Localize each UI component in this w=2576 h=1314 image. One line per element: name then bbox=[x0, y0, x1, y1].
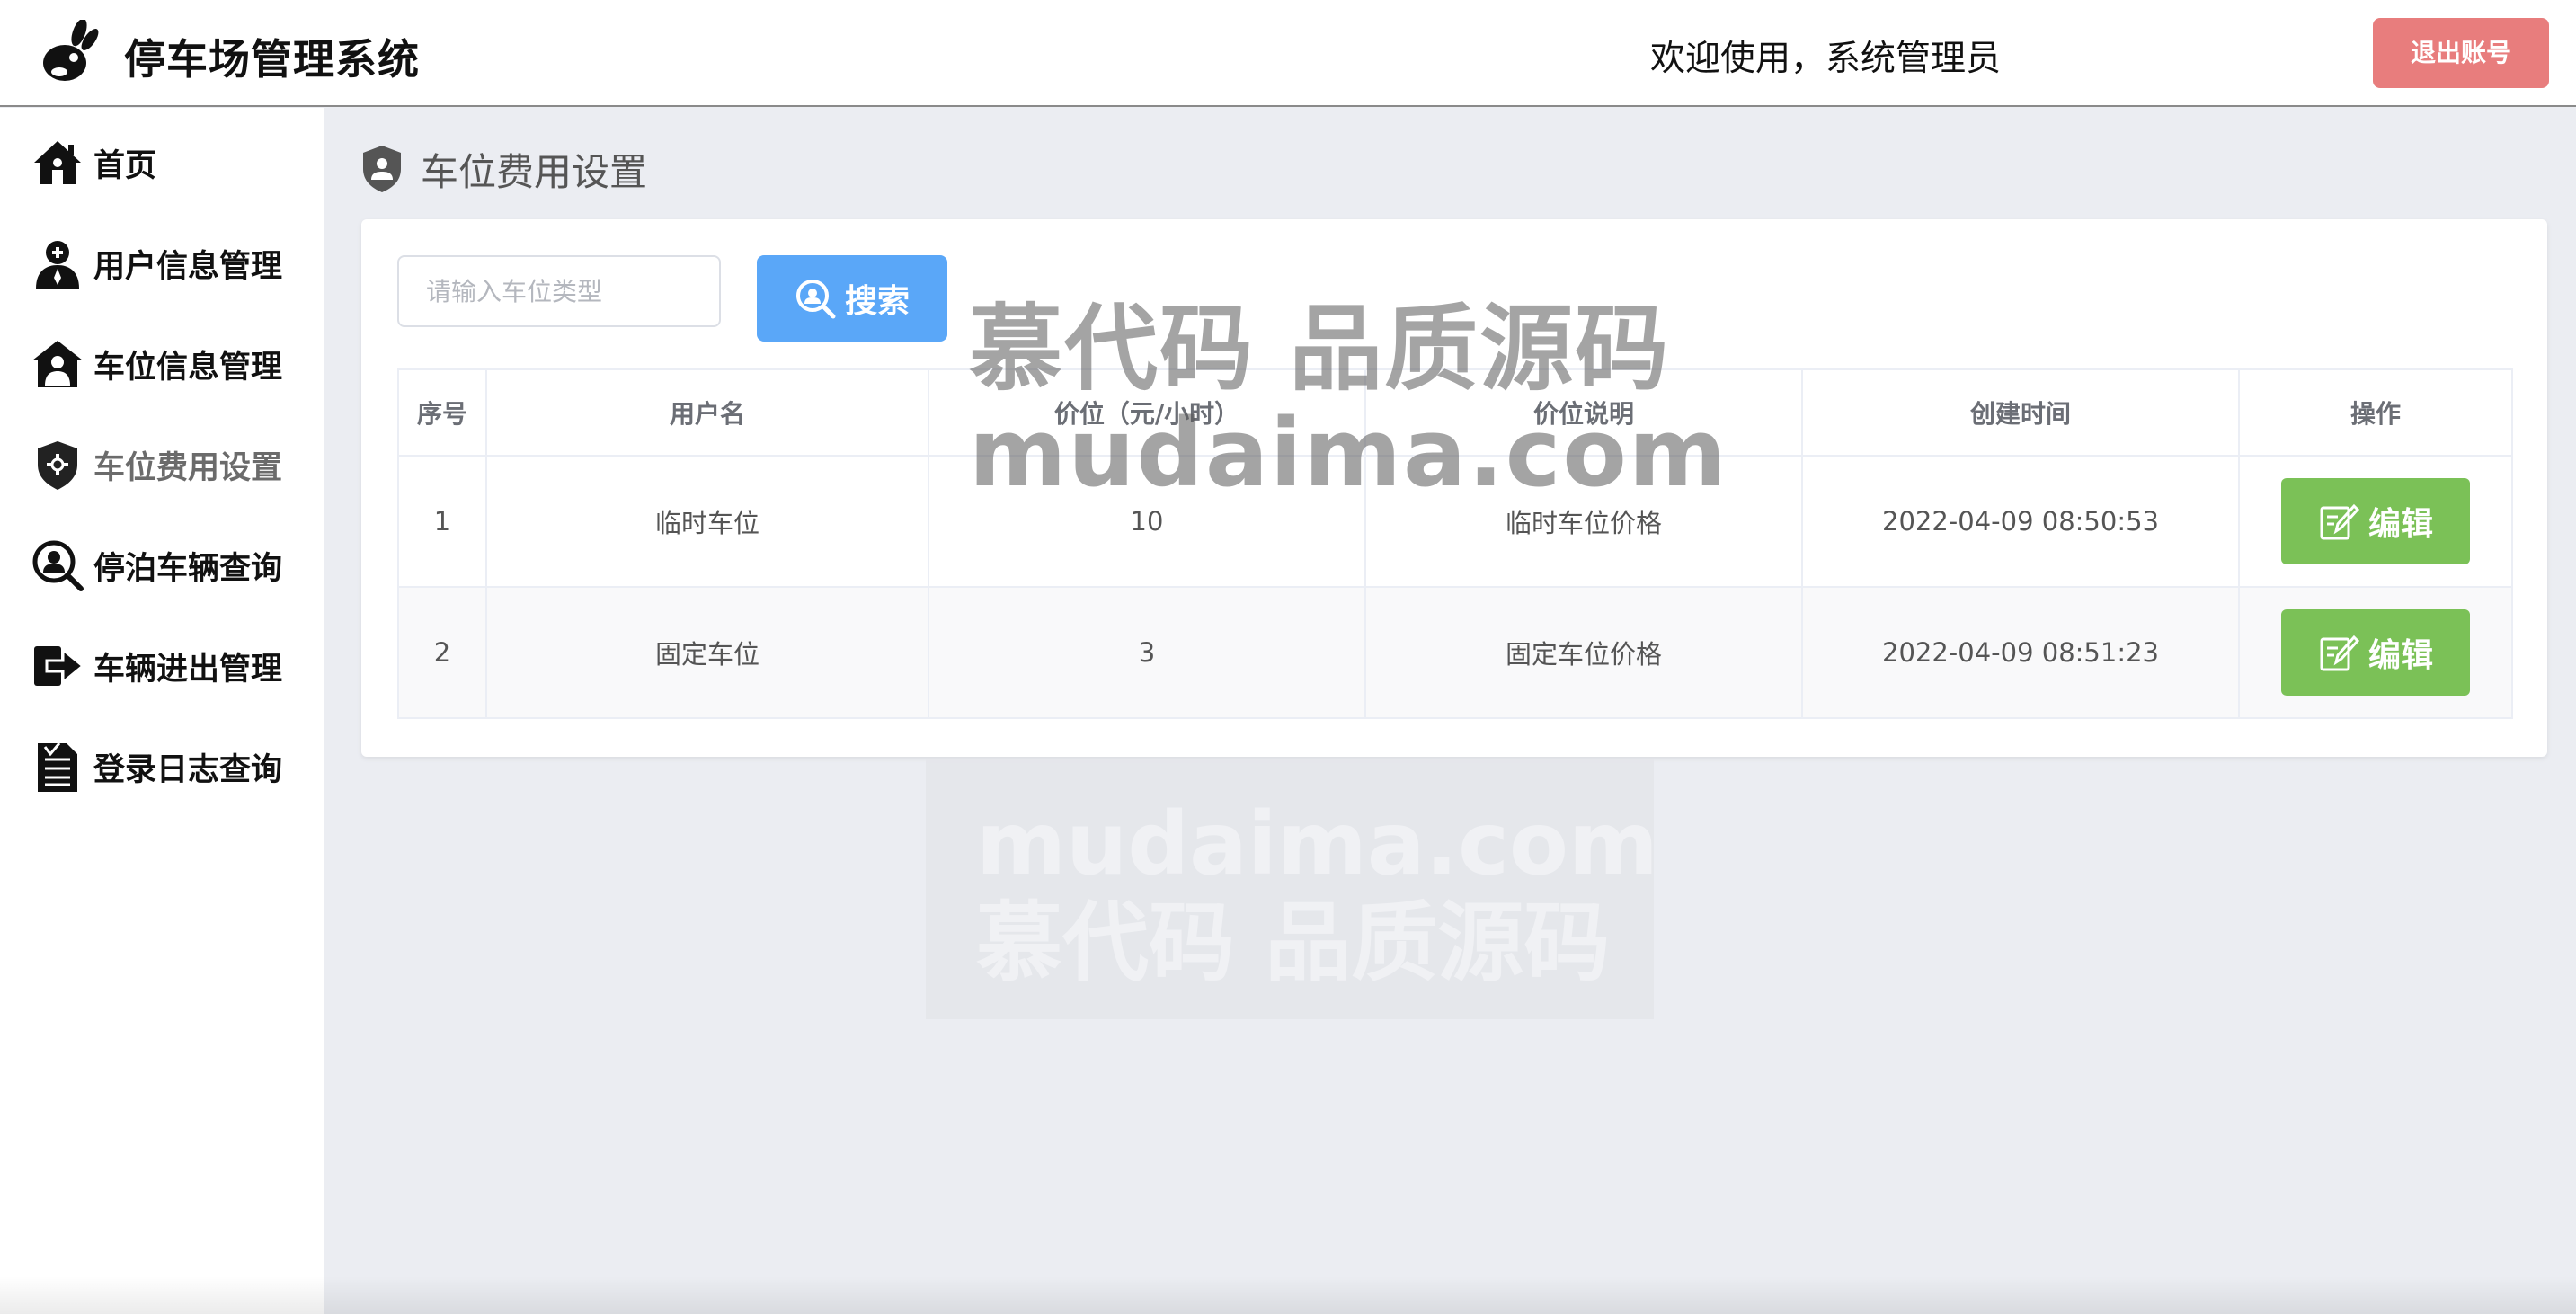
sidebar-item-label: 车辆进出管理 bbox=[93, 651, 283, 688]
sidebar-item-vehicle-in-out[interactable]: 车辆进出管理 bbox=[0, 626, 324, 706]
sidebar-item-label: 车位费用设置 bbox=[93, 449, 283, 486]
sidebar-item-fee-settings[interactable]: 车位费用设置 bbox=[0, 424, 324, 505]
edit-icon bbox=[2320, 503, 2359, 540]
cell-name: 固定车位 bbox=[485, 586, 929, 719]
cell-index: 2 bbox=[397, 586, 487, 719]
shield-icon bbox=[38, 441, 77, 490]
edit-button-label: 编辑 bbox=[2367, 637, 2433, 674]
cell-action: 编辑 bbox=[2238, 455, 2513, 588]
sidebar: 首页 用户信息管理 车位信息管理 车位费用设置 停泊车辆查询 车辆进出管理 登录… bbox=[0, 108, 324, 1314]
sidebar-item-label: 用户信息管理 bbox=[93, 248, 283, 285]
content-card: 搜索 序号 用户名 价位（元/小时） 价位说明 创建时间 操作 1 临时车位 1… bbox=[361, 219, 2547, 757]
search-icon bbox=[795, 280, 836, 319]
top-header: 停车场管理系统 欢迎使用，系统管理员 退出账号 bbox=[0, 0, 2576, 107]
sidebar-item-label: 车位信息管理 bbox=[93, 349, 283, 386]
sidebar-item-parking-info[interactable]: 车位信息管理 bbox=[0, 324, 324, 404]
parking-type-search-input[interactable] bbox=[397, 255, 721, 327]
table-row: 1 临时车位 10 临时车位价格 2022-04-09 08:50:53 编辑 bbox=[397, 455, 2513, 588]
document-list-icon bbox=[38, 742, 77, 792]
sidebar-item-label: 首页 bbox=[93, 147, 157, 184]
bottom-shadow bbox=[0, 1276, 2576, 1314]
watermark-line: mudaima.com bbox=[976, 794, 1658, 894]
column-header: 操作 bbox=[2238, 368, 2513, 457]
page-title: 车位费用设置 bbox=[421, 149, 648, 194]
cell-action: 编辑 bbox=[2238, 586, 2513, 719]
search-button[interactable]: 搜索 bbox=[757, 255, 947, 342]
shield-icon bbox=[363, 146, 401, 192]
cell-name: 临时车位 bbox=[485, 455, 929, 588]
parking-house-icon bbox=[32, 341, 83, 387]
watermark-box: mudaima.com 慕代码 品质源码 bbox=[926, 759, 1658, 1019]
sidebar-item-home[interactable]: 首页 bbox=[0, 122, 324, 203]
search-button-label: 搜索 bbox=[844, 283, 910, 320]
sidebar-item-label: 登录日志查询 bbox=[93, 751, 283, 788]
cell-price: 10 bbox=[928, 455, 1366, 588]
logout-button[interactable]: 退出账号 bbox=[2373, 18, 2549, 88]
cell-created: 2022-04-09 08:51:23 bbox=[1801, 586, 2240, 719]
column-header: 用户名 bbox=[485, 368, 929, 457]
sidebar-item-user-info[interactable]: 用户信息管理 bbox=[0, 223, 324, 304]
arrow-right-icon bbox=[34, 646, 84, 686]
fee-table: 序号 用户名 价位（元/小时） 价位说明 创建时间 操作 1 临时车位 10 临… bbox=[397, 368, 2513, 719]
page-heading: 车位费用设置 bbox=[360, 140, 647, 198]
watermark-line: 慕代码 品质源码 bbox=[976, 892, 1611, 993]
search-user-icon bbox=[32, 540, 84, 591]
cell-created: 2022-04-09 08:50:53 bbox=[1801, 455, 2240, 588]
column-header: 价位说明 bbox=[1364, 368, 1803, 457]
table-row: 2 固定车位 3 固定车位价格 2022-04-09 08:51:23 编辑 bbox=[397, 586, 2513, 719]
column-header: 价位（元/小时） bbox=[928, 368, 1366, 457]
sidebar-item-parked-vehicles[interactable]: 停泊车辆查询 bbox=[0, 525, 324, 606]
edit-icon bbox=[2320, 635, 2359, 671]
column-header: 序号 bbox=[397, 368, 487, 457]
table-header-row: 序号 用户名 价位（元/小时） 价位说明 创建时间 操作 bbox=[397, 368, 2513, 457]
home-icon bbox=[34, 141, 81, 184]
cell-index: 1 bbox=[397, 455, 487, 588]
user-icon bbox=[36, 241, 79, 289]
column-header: 创建时间 bbox=[1801, 368, 2240, 457]
cell-price: 3 bbox=[928, 586, 1366, 719]
rabbit-logo-icon bbox=[43, 20, 99, 81]
welcome-text: 欢迎使用，系统管理员 bbox=[1650, 39, 2002, 79]
sidebar-item-label: 停泊车辆查询 bbox=[93, 550, 283, 587]
sidebar-item-login-log[interactable]: 登录日志查询 bbox=[0, 726, 324, 807]
edit-button-label: 编辑 bbox=[2367, 506, 2433, 543]
app-title: 停车场管理系统 bbox=[124, 35, 420, 84]
edit-button[interactable]: 编辑 bbox=[2281, 609, 2470, 696]
cell-description: 临时车位价格 bbox=[1364, 455, 1803, 588]
cell-description: 固定车位价格 bbox=[1364, 586, 1803, 719]
edit-button[interactable]: 编辑 bbox=[2281, 478, 2470, 564]
